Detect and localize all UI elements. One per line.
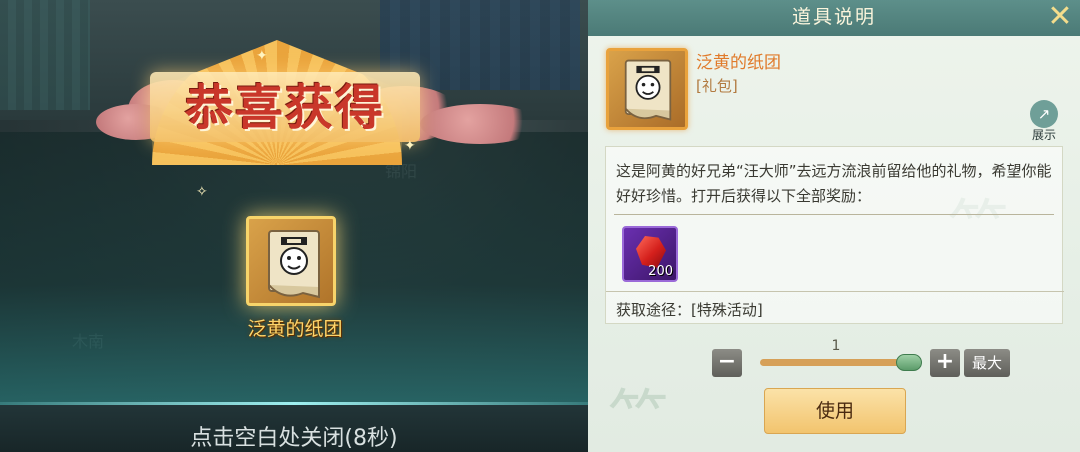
max-button[interactable]: 最大 <box>964 349 1010 377</box>
share-icon: ↗ <box>1030 100 1058 128</box>
reward-item-name: 泛黄的纸团 <box>247 318 343 340</box>
sparkle-icon: ✧ <box>196 184 208 200</box>
close-hint: 点击空白处关闭(8秒) <box>190 426 398 451</box>
description-box: 这是阿黄的好兄弟“汪大师”去远方流浪前留给他的礼物，希望你能好好珍惜。打开后获得… <box>605 146 1064 324</box>
slider-handle[interactable] <box>896 354 922 371</box>
sparkle-icon: ✦ <box>404 138 416 154</box>
paper-scroll-icon <box>268 230 320 299</box>
reward-count: 200 <box>648 264 673 279</box>
quantity-slider[interactable] <box>760 359 910 366</box>
reward-item-slot[interactable] <box>246 216 336 306</box>
item-description: 这是阿黄的好兄弟“汪大师”去远方流浪前留给他的礼物，希望你能好好珍惜。打开后获得… <box>616 162 1052 205</box>
increase-button[interactable]: + <box>930 349 960 377</box>
reward-popup-screen[interactable]: 锦阳 木南 恭喜获得 ✦ ✦ ✧ 泛黄的纸团 点击空白处关闭(8秒) <box>0 0 588 452</box>
divider <box>614 214 1054 215</box>
bamboo-decoration: ⺮ <box>608 384 668 452</box>
sparkle-icon: ✦ <box>256 48 268 64</box>
use-button[interactable]: 使用 <box>764 388 906 434</box>
share-button[interactable]: ↗ 展示 <box>1026 100 1062 142</box>
cloud-decoration <box>420 104 540 144</box>
popup-title: 恭喜获得 <box>184 80 385 136</box>
share-label: 展示 <box>1031 128 1056 142</box>
item-source: 获取途径：[特殊活动] <box>616 301 763 319</box>
close-icon: ✕ <box>1047 0 1073 34</box>
item-icon-frame <box>606 48 688 130</box>
close-button[interactable]: ✕ <box>1044 2 1076 34</box>
decrease-button[interactable]: − <box>712 349 742 377</box>
divider <box>606 291 1064 292</box>
panel-title: 道具说明 <box>791 6 876 28</box>
reward-slot[interactable]: 200 <box>622 226 678 282</box>
paper-scroll-icon <box>624 59 672 121</box>
quantity-value: 1 <box>831 338 841 354</box>
item-detail-panel: ⺮ ⺮ 道具说明 ✕ 泛黄的纸团 [礼包] ↗ 展示 这是阿黄的好兄弟“汪大师”… <box>588 0 1080 452</box>
item-name: 泛黄的纸团 <box>696 53 781 73</box>
item-type: [礼包] <box>696 77 738 95</box>
